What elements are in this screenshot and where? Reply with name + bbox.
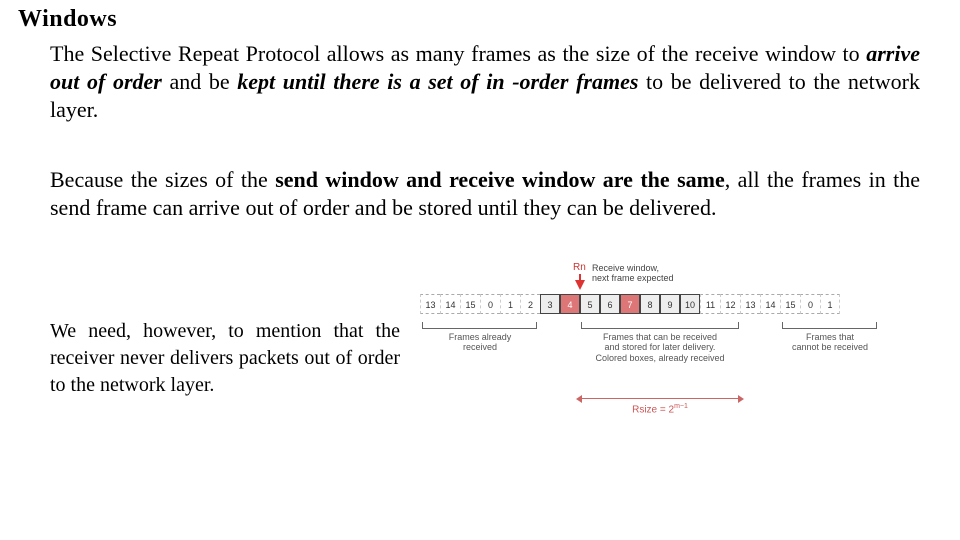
- caption-right-line1: Frames that: [770, 332, 890, 342]
- rsize-label: Rsize = 2m−1: [580, 403, 740, 415]
- sequence-cell: 4: [560, 294, 580, 314]
- sequence-cell: 5: [580, 294, 600, 314]
- sequence-cell: 15: [460, 294, 480, 314]
- bracket-left: [422, 322, 537, 329]
- sequence-cell: 10: [680, 294, 700, 314]
- sequence-cell: 0: [800, 294, 820, 314]
- receive-window-diagram: Rn Receive window, next frame expected 1…: [420, 280, 940, 460]
- sequence-cell: 9: [660, 294, 680, 314]
- section-heading: Windows: [18, 6, 117, 33]
- sequence-cell: 1: [820, 294, 840, 314]
- sequence-cell: 0: [480, 294, 500, 314]
- caption-left-line2: received: [420, 342, 540, 352]
- receive-window-label-line2: next frame expected: [592, 274, 674, 284]
- rsize-text: Rsize = 2: [632, 404, 674, 415]
- sequence-cell: 8: [640, 294, 660, 314]
- text-run: and be: [162, 69, 237, 94]
- caption-left: Frames already received: [420, 332, 540, 353]
- sequence-cell: 7: [620, 294, 640, 314]
- caption-middle-line2: and stored for later delivery.: [560, 342, 760, 352]
- text-run: The Selective Repeat Protocol allows as …: [50, 41, 866, 66]
- caption-middle-line3: Colored boxes, already received: [560, 353, 760, 363]
- sequence-cell: 3: [540, 294, 560, 314]
- rn-label: Rn: [573, 262, 586, 273]
- caption-right: Frames that cannot be received: [770, 332, 890, 353]
- caption-left-line1: Frames already: [420, 332, 540, 342]
- sequence-cell: 11: [700, 294, 720, 314]
- rsize-exponent: m−1: [674, 403, 688, 410]
- bracket-middle: [581, 322, 739, 329]
- sequence-cell: 15: [780, 294, 800, 314]
- sequence-cell: 2: [520, 294, 540, 314]
- text-run-bold: send window and receive window are the s…: [275, 167, 725, 192]
- receive-window-label: Receive window, next frame expected: [592, 264, 674, 284]
- paragraph-2: Because the sizes of the send window and…: [50, 166, 920, 222]
- rsize-arrow: [580, 398, 740, 399]
- rn-arrow-head: [575, 280, 585, 290]
- rsize-indicator: Rsize = 2m−1: [580, 398, 740, 415]
- bracket-right: [782, 322, 877, 329]
- sequence-cell: 13: [740, 294, 760, 314]
- sequence-cell: 6: [600, 294, 620, 314]
- text-run-emph: kept until there is a set of in -order f…: [237, 69, 638, 94]
- sequence-cell: 13: [420, 294, 440, 314]
- text-run: Because the sizes of the: [50, 167, 275, 192]
- sequence-row: 131415012345678910111213141501: [420, 294, 940, 314]
- paragraph-3: We need, however, to mention that the re…: [50, 318, 400, 399]
- slide: Windows The Selective Repeat Protocol al…: [0, 0, 960, 540]
- sequence-cell: 14: [760, 294, 780, 314]
- sequence-cell: 14: [440, 294, 460, 314]
- sequence-cell: 1: [500, 294, 520, 314]
- sequence-cell: 12: [720, 294, 740, 314]
- caption-right-line2: cannot be received: [770, 342, 890, 352]
- caption-middle-line1: Frames that can be received: [560, 332, 760, 342]
- paragraph-1: The Selective Repeat Protocol allows as …: [50, 40, 920, 124]
- caption-middle: Frames that can be received and stored f…: [560, 332, 760, 363]
